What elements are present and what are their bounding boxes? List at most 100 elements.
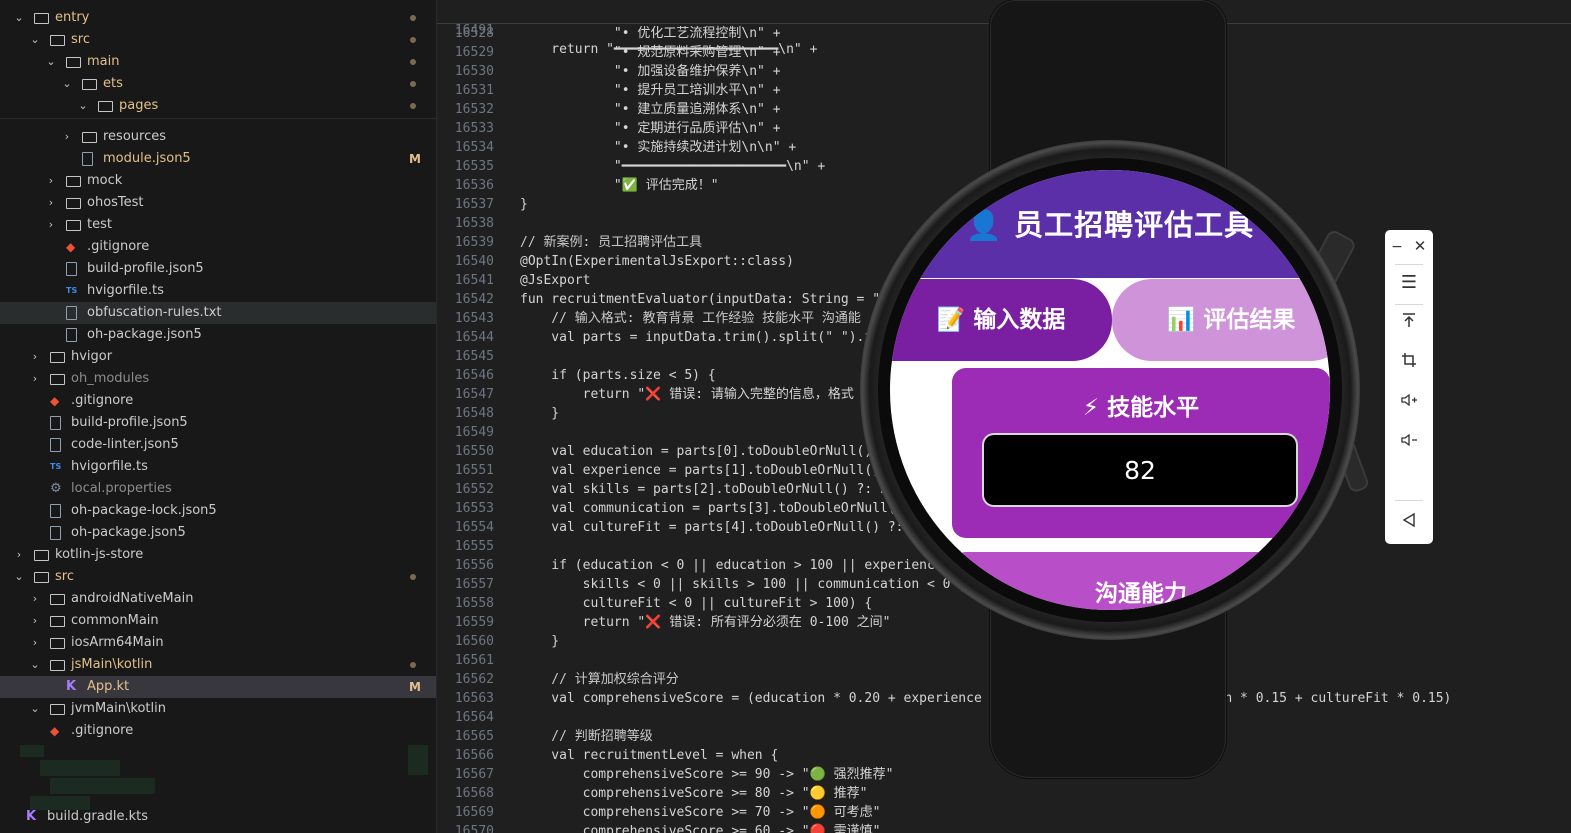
skill-level-input[interactable]: 82 [984, 435, 1296, 505]
volume-up-icon[interactable] [1385, 388, 1433, 418]
close-icon[interactable]: ✕ [1407, 231, 1433, 261]
code-text: } [520, 197, 528, 212]
line-number: 16568 [454, 786, 494, 801]
tree-item[interactable]: ◆ .gitignore [0, 720, 436, 742]
tree-item-label: entry [55, 10, 90, 25]
modified-dot [410, 662, 416, 668]
tree-item[interactable]: ⌄ src [0, 29, 436, 51]
line-number: 16562 [454, 672, 494, 687]
tab-evaluation-result[interactable]: 📊 评估结果 [1112, 279, 1330, 361]
chevron-right-icon[interactable]: › [60, 126, 74, 148]
modified-dot [410, 81, 416, 87]
code-text: comprehensiveScore >= 80 -> "🟡 推荐" [520, 786, 868, 801]
chevron-down-icon[interactable]: ⌄ [28, 654, 42, 676]
chevron-right-icon[interactable]: › [12, 544, 26, 566]
tree-item[interactable]: › hvigor [0, 346, 436, 368]
chevron-down-icon[interactable]: ⌄ [12, 7, 26, 29]
chevron-down-icon[interactable]: ⌄ [28, 29, 42, 51]
line-number: 16567 [454, 767, 494, 782]
code-line[interactable]: 16568 comprehensiveScore >= 80 -> "🟡 推荐" [437, 784, 1571, 803]
tree-item[interactable]: K App.kt M [0, 676, 436, 698]
chevron-down-icon[interactable]: ⌄ [12, 566, 26, 588]
tree-item[interactable]: › commonMain [0, 610, 436, 632]
tree-item[interactable]: › test [0, 214, 436, 236]
code-text: @JsExport [520, 273, 591, 288]
tree-item[interactable]: ⌄ jsMain\kotlin [0, 654, 436, 676]
tree-item-label: .gitignore [71, 393, 134, 408]
tree-item[interactable]: TS hvigorfile.ts [0, 280, 436, 302]
tree-item[interactable]: › ohosTest [0, 192, 436, 214]
skill-level-title: ⚡ 技能水平 [1082, 395, 1200, 421]
chevron-down-icon[interactable]: ⌄ [60, 73, 74, 95]
menu-icon[interactable]: ☰ [1385, 268, 1433, 298]
tree-item[interactable]: obfuscation-rules.txt [0, 302, 436, 324]
tree-item[interactable]: › mock [0, 170, 436, 192]
tree-item-label: oh_modules [71, 371, 150, 386]
folder-icon [50, 638, 65, 649]
code-line[interactable]: 16569 comprehensiveScore >= 70 -> "🟠 可考虑… [437, 803, 1571, 822]
tree-item[interactable]: ⌄ entry [0, 7, 436, 29]
crop-icon[interactable] [1385, 348, 1433, 378]
folder-icon [98, 101, 113, 112]
chevron-right-icon[interactable]: › [28, 346, 42, 368]
sticky-divider [0, 118, 436, 119]
code-text: // 计算加权综合评分 [520, 672, 679, 687]
tree-item[interactable]: oh-package.json5 [0, 324, 436, 346]
tree-item[interactable]: module.json5 M [0, 148, 436, 170]
tree-item[interactable]: ◆ .gitignore [0, 390, 436, 412]
line-number: 16538 [454, 216, 494, 231]
chevron-down-icon[interactable]: ⌄ [28, 698, 42, 720]
tree-item[interactable]: › oh_modules [0, 368, 436, 390]
tree-item[interactable]: build-profile.json5 [0, 258, 436, 280]
folder-icon [50, 35, 65, 46]
tree-item-label: main [87, 54, 120, 69]
line-number: 16544 [454, 330, 494, 345]
code-text: // 新案例: 员工招聘评估工具 [520, 235, 703, 250]
tree-item[interactable]: › resources [0, 126, 436, 148]
kotlin-file-icon: K [66, 679, 77, 694]
tree-item[interactable]: ⌄ main [0, 51, 436, 73]
chevron-right-icon[interactable]: › [44, 214, 58, 236]
tree-item[interactable]: › iosArm64Main [0, 632, 436, 654]
code-line[interactable]: 16570 comprehensiveScore >= 60 -> "🔴 需谨慎… [437, 822, 1571, 833]
tree-item-label: iosArm64Main [71, 635, 164, 650]
blurred-region [40, 760, 120, 776]
line-number: 16548 [454, 406, 494, 421]
tree-item[interactable]: build-profile.json5 [0, 412, 436, 434]
chevron-right-icon[interactable]: › [28, 368, 42, 390]
line-number: 16566 [454, 748, 494, 763]
tab-input-data[interactable]: 📝 输入数据 [890, 279, 1112, 361]
chevron-right-icon[interactable]: › [44, 192, 58, 214]
volume-down-icon[interactable] [1385, 428, 1433, 458]
chevron-right-icon[interactable]: › [28, 588, 42, 610]
chevron-down-icon[interactable]: ⌄ [44, 51, 58, 73]
tree-item[interactable]: ◆ .gitignore [0, 236, 436, 258]
tree-item[interactable]: oh-package-lock.json5 [0, 500, 436, 522]
folder-icon [50, 374, 65, 385]
line-number: 16552 [454, 482, 494, 497]
tree-item[interactable]: ⚙ local.properties [0, 478, 436, 500]
folder-icon [66, 176, 81, 187]
pin-top-icon[interactable] [1385, 308, 1433, 338]
tree-item[interactable]: ⌄ pages [0, 95, 436, 117]
tree-item[interactable]: › kotlin-js-store [0, 544, 436, 566]
tree-item-label: src [55, 569, 74, 584]
tree-item[interactable]: code-linter.json5 [0, 434, 436, 456]
tree-item[interactable]: ⌄ ets [0, 73, 436, 95]
tree-item[interactable]: ⌄ jvmMain\kotlin [0, 698, 436, 720]
chevron-down-icon[interactable]: ⌄ [76, 95, 90, 117]
minimize-icon[interactable]: − [1385, 232, 1409, 262]
tree-item[interactable]: TS hvigorfile.ts [0, 456, 436, 478]
tree-item[interactable]: Kbuild.gradle.kts [0, 806, 436, 828]
tree-item-label: hvigorfile.ts [71, 459, 148, 474]
tree-item[interactable]: › androidNativeMain [0, 588, 436, 610]
code-text: cultureFit < 0 || cultureFit > 100) { [520, 596, 873, 611]
tree-item[interactable]: oh-package.json5 [0, 522, 436, 544]
folder-icon [50, 660, 65, 671]
tree-item-label: hvigorfile.ts [87, 283, 164, 298]
back-icon[interactable] [1385, 508, 1433, 538]
chevron-right-icon[interactable]: › [28, 610, 42, 632]
tree-item[interactable]: ⌄ src [0, 566, 436, 588]
chevron-right-icon[interactable]: › [28, 632, 42, 654]
chevron-right-icon[interactable]: › [44, 170, 58, 192]
